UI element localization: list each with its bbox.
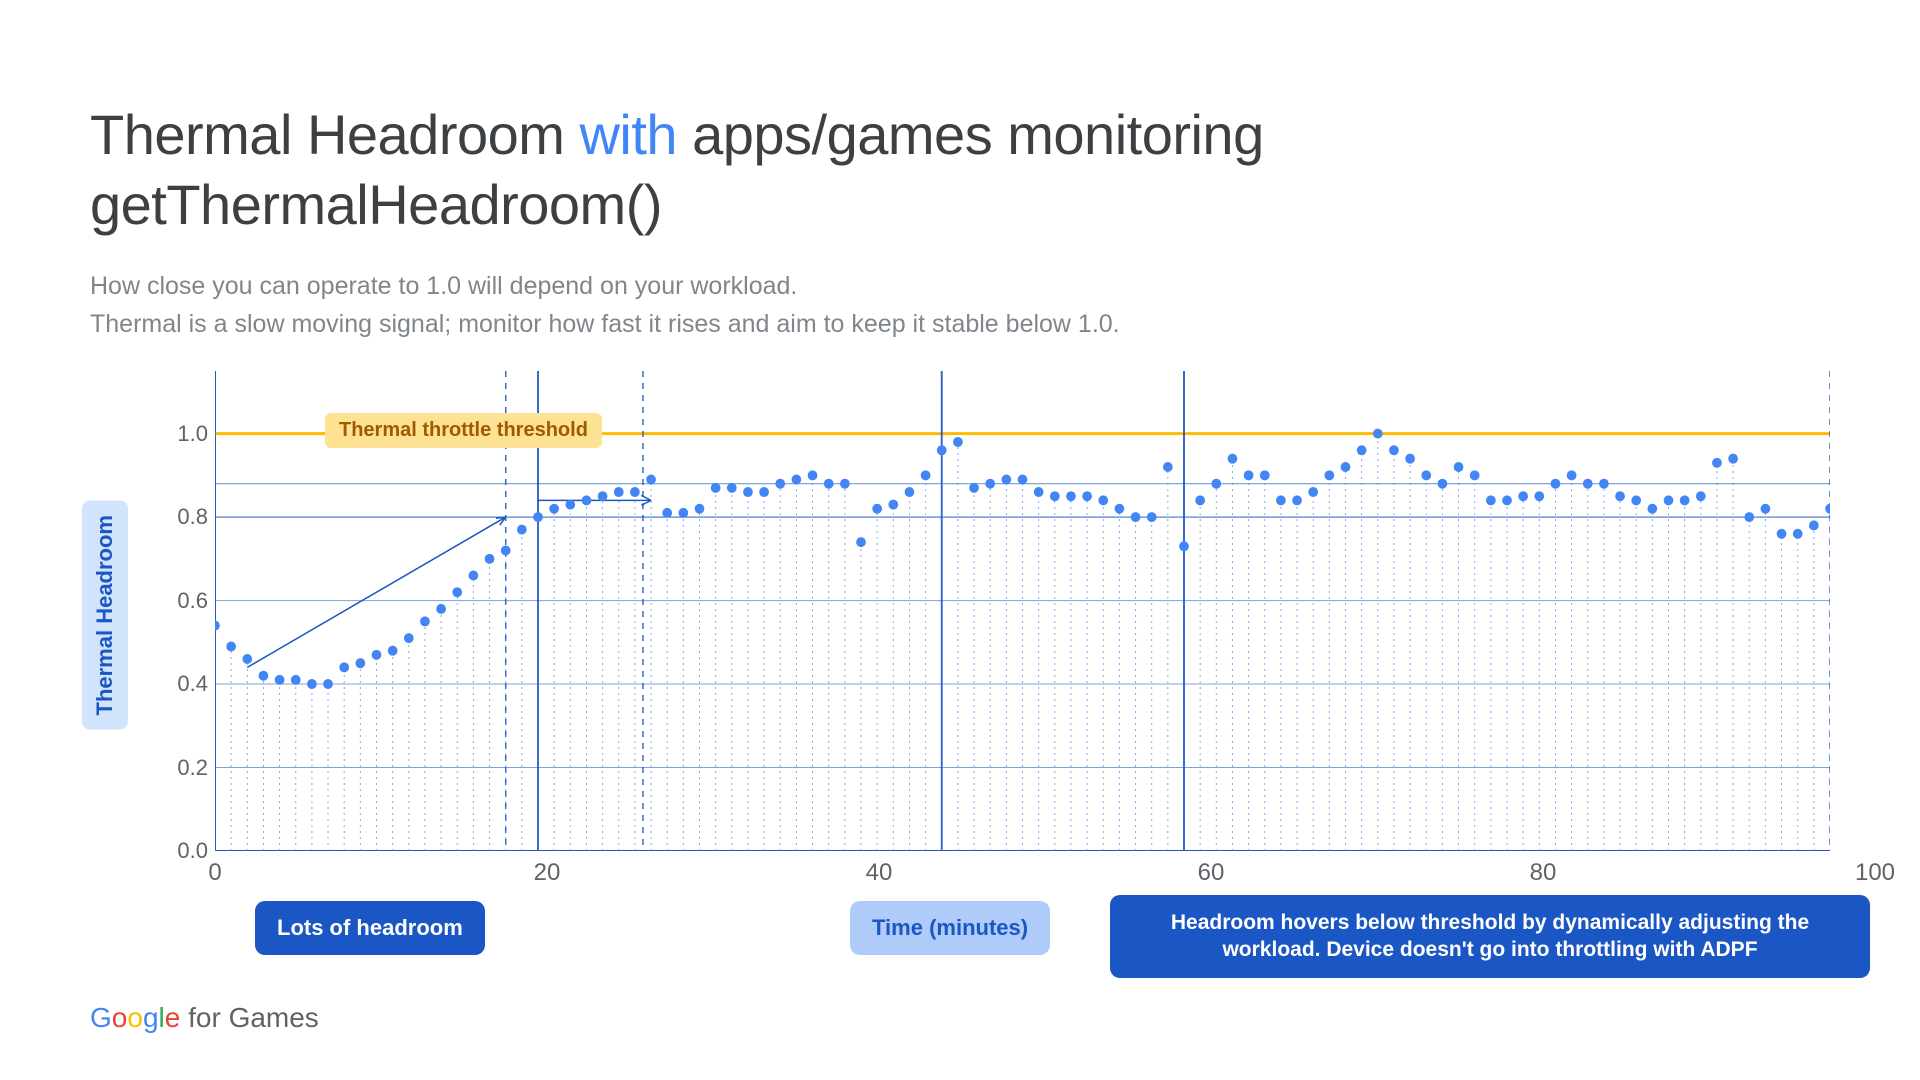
y-axis-label: Thermal Headroom (82, 501, 128, 730)
y-tick: 0.0 (177, 838, 208, 864)
y-tick: 0.2 (177, 755, 208, 781)
footer-suffix: for Games (180, 1002, 318, 1033)
google-logo: Google (90, 1002, 180, 1033)
x-tick: 40 (866, 859, 893, 887)
badge-lots-of-headroom: Lots of headroom (255, 901, 485, 955)
x-tick: 80 (1530, 859, 1557, 887)
y-tick: 0.6 (177, 588, 208, 614)
y-tick: 0.4 (177, 671, 208, 697)
x-axis-label: Time (minutes) (850, 901, 1050, 955)
x-tick: 20 (534, 859, 561, 887)
x-tick: 60 (1198, 859, 1225, 887)
plot-area: Thermal throttle threshold (215, 371, 1830, 851)
slide-subtitle: How close you can operate to 1.0 will de… (90, 268, 1830, 343)
slide-title: Thermal Headroom with apps/games monitor… (90, 100, 1830, 240)
chart: Thermal Headroom 0.00.20.40.60.81.0 0204… (90, 371, 1830, 931)
threshold-label: Thermal throttle threshold (325, 413, 602, 448)
y-tick: 0.8 (177, 504, 208, 530)
footer-logo: Google for Games (90, 1002, 319, 1034)
x-tick: 100 (1855, 859, 1895, 887)
title-pre: Thermal Headroom (90, 103, 579, 166)
badge-adpf-explanation: Headroom hovers below threshold by dynam… (1110, 895, 1870, 978)
title-accent: with (579, 103, 677, 166)
y-tick: 1.0 (177, 421, 208, 447)
x-tick: 0 (208, 859, 221, 887)
